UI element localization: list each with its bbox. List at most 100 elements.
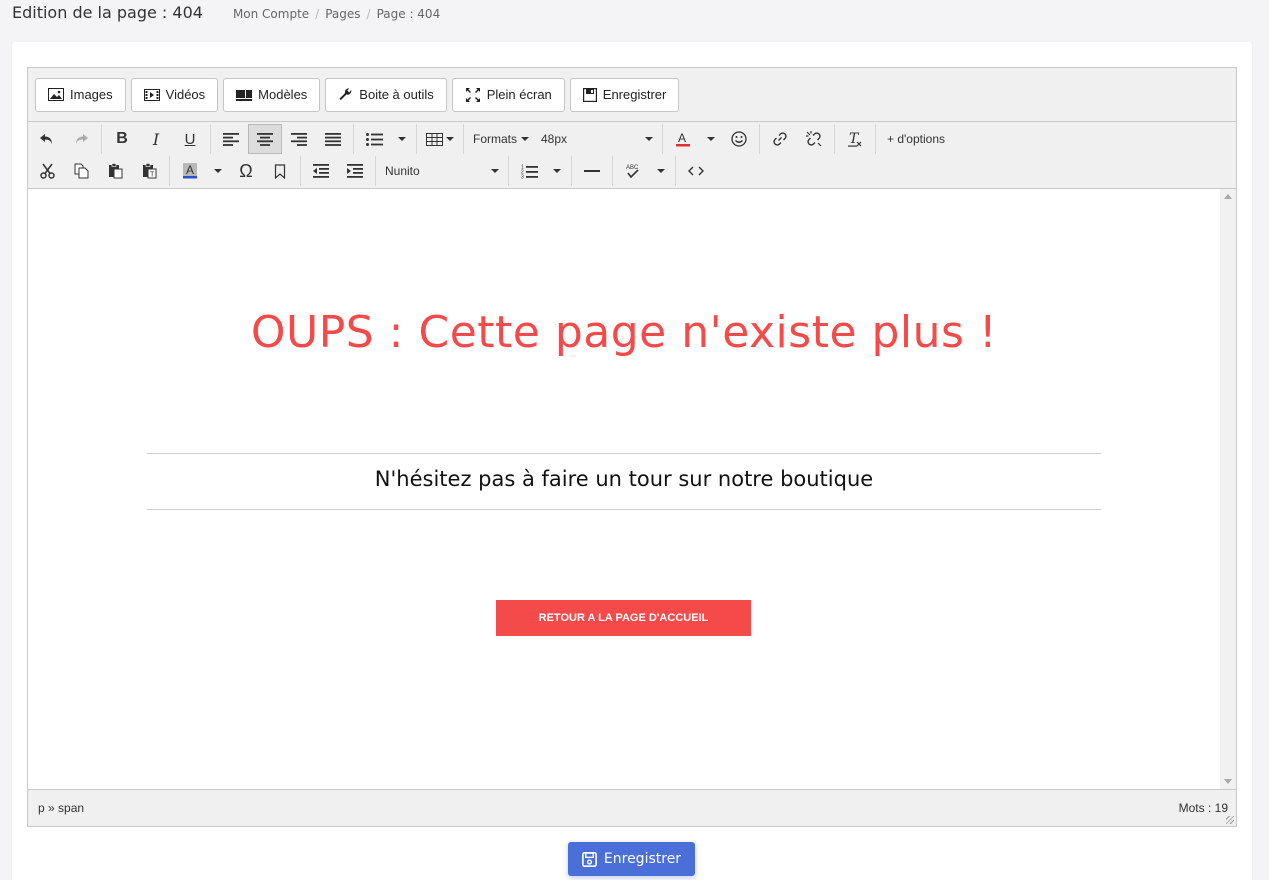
divider-top xyxy=(147,453,1101,454)
page-header: Edition de la page : 404 Mon Compte / Pa… xyxy=(12,3,440,23)
background-color-button[interactable]: A xyxy=(173,156,207,186)
toolbox-button[interactable]: Boite à outils xyxy=(325,77,447,112)
word-count: Mots : 19 xyxy=(1178,801,1228,815)
paste-icon xyxy=(108,163,122,179)
editor-toolbar: B I U Formats 48px A T + d'options T A Ω… xyxy=(28,122,1236,189)
save-menu-button[interactable]: Enregistrer xyxy=(569,77,680,112)
image-icon xyxy=(48,88,64,101)
chevron-down-icon xyxy=(491,169,499,173)
font-size-dropdown[interactable]: 48px xyxy=(535,124,659,154)
numbered-list-dropdown[interactable] xyxy=(546,156,568,186)
redo-button[interactable] xyxy=(64,124,98,154)
element-path[interactable]: p » span xyxy=(38,801,84,815)
background-color-dropdown[interactable] xyxy=(207,156,229,186)
text-color-dropdown[interactable] xyxy=(700,124,722,154)
error-subtext: N'hésitez pas à faire un tour sur notre … xyxy=(374,467,874,491)
align-right-button[interactable] xyxy=(282,124,316,154)
svg-text:T: T xyxy=(150,172,155,179)
text-color-icon: A xyxy=(676,131,690,147)
numlist-group: 123 xyxy=(512,156,572,186)
paste-text-button[interactable]: T xyxy=(132,156,166,186)
images-button[interactable]: Images xyxy=(35,77,126,112)
editor-menubar: Images Vidéos Modèles Boite à outils Ple… xyxy=(28,68,1236,122)
more-options-label: + d'options xyxy=(887,132,946,146)
modeles-label: Modèles xyxy=(258,87,308,102)
chevron-down-icon xyxy=(214,169,222,173)
hr-group xyxy=(575,156,613,186)
horizontal-rule-button[interactable] xyxy=(575,156,609,186)
table-button[interactable] xyxy=(420,124,460,154)
text-color-button[interactable]: A xyxy=(666,124,700,154)
underline-button[interactable]: U xyxy=(173,124,207,154)
resize-handle-icon[interactable] xyxy=(1226,816,1234,824)
clear-format-group: T xyxy=(838,124,876,154)
breadcrumb-pages[interactable]: Pages xyxy=(325,7,360,21)
film-icon xyxy=(143,88,160,101)
formats-label: Formats xyxy=(473,132,518,146)
color-emoji-group: A xyxy=(666,124,760,154)
toolbar-row-1: B I U Formats 48px A T + d'options xyxy=(30,123,1236,155)
outdent-button[interactable] xyxy=(304,156,338,186)
videos-label: Vidéos xyxy=(165,87,206,102)
bullet-list-icon xyxy=(365,132,383,146)
italic-button[interactable]: I xyxy=(139,124,173,154)
wysiwyg-editor: Images Vidéos Modèles Boite à outils Ple… xyxy=(27,67,1237,827)
svg-text:A: A xyxy=(186,163,194,177)
indent-button[interactable] xyxy=(338,156,372,186)
align-justify-button[interactable] xyxy=(316,124,350,154)
unlink-button[interactable] xyxy=(797,124,831,154)
link-button[interactable] xyxy=(763,124,797,154)
align-left-button[interactable] xyxy=(214,124,248,154)
special-char-button[interactable]: Ω xyxy=(229,156,263,186)
bullet-list-dropdown[interactable] xyxy=(391,124,413,154)
align-justify-icon xyxy=(325,132,341,146)
align-left-icon xyxy=(223,132,239,146)
breadcrumb-current: Page : 404 xyxy=(376,7,441,21)
breadcrumb: Mon Compte / Pages / Page : 404 xyxy=(233,7,440,21)
editor-content-area[interactable]: OUPS : Cette page n'existe plus ! N'hési… xyxy=(28,189,1220,789)
scroll-up-icon[interactable] xyxy=(1224,194,1232,199)
copy-button[interactable] xyxy=(64,156,98,186)
scroll-down-icon[interactable] xyxy=(1224,779,1232,784)
cut-button[interactable] xyxy=(30,156,64,186)
more-options-button[interactable]: + d'options xyxy=(879,124,953,154)
align-center-button[interactable] xyxy=(248,124,282,154)
formats-dropdown[interactable]: Formats xyxy=(467,124,535,154)
undo-button[interactable] xyxy=(30,124,64,154)
bold-button[interactable]: B xyxy=(105,124,139,154)
source-code-button[interactable] xyxy=(679,156,713,186)
horizontal-rule-icon xyxy=(584,170,600,172)
modeles-button[interactable]: Modèles xyxy=(223,77,321,112)
font-family-group: Nunito xyxy=(379,156,509,186)
home-link-button[interactable]: RETOUR A LA PAGE D'ACCUEIL xyxy=(496,600,751,636)
font-family-dropdown[interactable]: Nunito xyxy=(379,156,505,186)
emoticons-button[interactable] xyxy=(722,124,756,154)
save-button[interactable]: Enregistrer xyxy=(568,842,695,876)
fullscreen-button[interactable]: Plein écran xyxy=(451,77,565,112)
videos-button[interactable]: Vidéos xyxy=(130,77,219,112)
paste-text-icon: T xyxy=(142,163,156,179)
paste-button[interactable] xyxy=(98,156,132,186)
spellcheck-icon: ABC xyxy=(626,165,639,179)
redo-icon xyxy=(76,134,88,144)
link-icon xyxy=(773,132,787,146)
scissors-icon xyxy=(39,163,55,179)
clear-formatting-button[interactable]: T xyxy=(838,124,872,154)
link-group xyxy=(763,124,835,154)
numbered-list-button[interactable]: 123 xyxy=(512,156,546,186)
indent-icon xyxy=(347,164,363,178)
floppy-icon xyxy=(581,851,597,867)
breadcrumb-mon-compte[interactable]: Mon Compte xyxy=(233,7,309,21)
chevron-down-icon xyxy=(521,137,529,141)
spellcheck-button[interactable]: ABC xyxy=(616,156,650,186)
list-group xyxy=(357,124,417,154)
fullscreen-icon xyxy=(465,87,480,102)
clear-format-icon: T xyxy=(848,131,862,147)
code-icon xyxy=(688,166,704,176)
align-group xyxy=(214,124,354,154)
anchor-button[interactable] xyxy=(263,156,297,186)
bullet-list-button[interactable] xyxy=(357,124,391,154)
font-size-value: 48px xyxy=(541,132,568,146)
editor-scrollbar[interactable] xyxy=(1220,189,1236,789)
spellcheck-dropdown[interactable] xyxy=(650,156,672,186)
